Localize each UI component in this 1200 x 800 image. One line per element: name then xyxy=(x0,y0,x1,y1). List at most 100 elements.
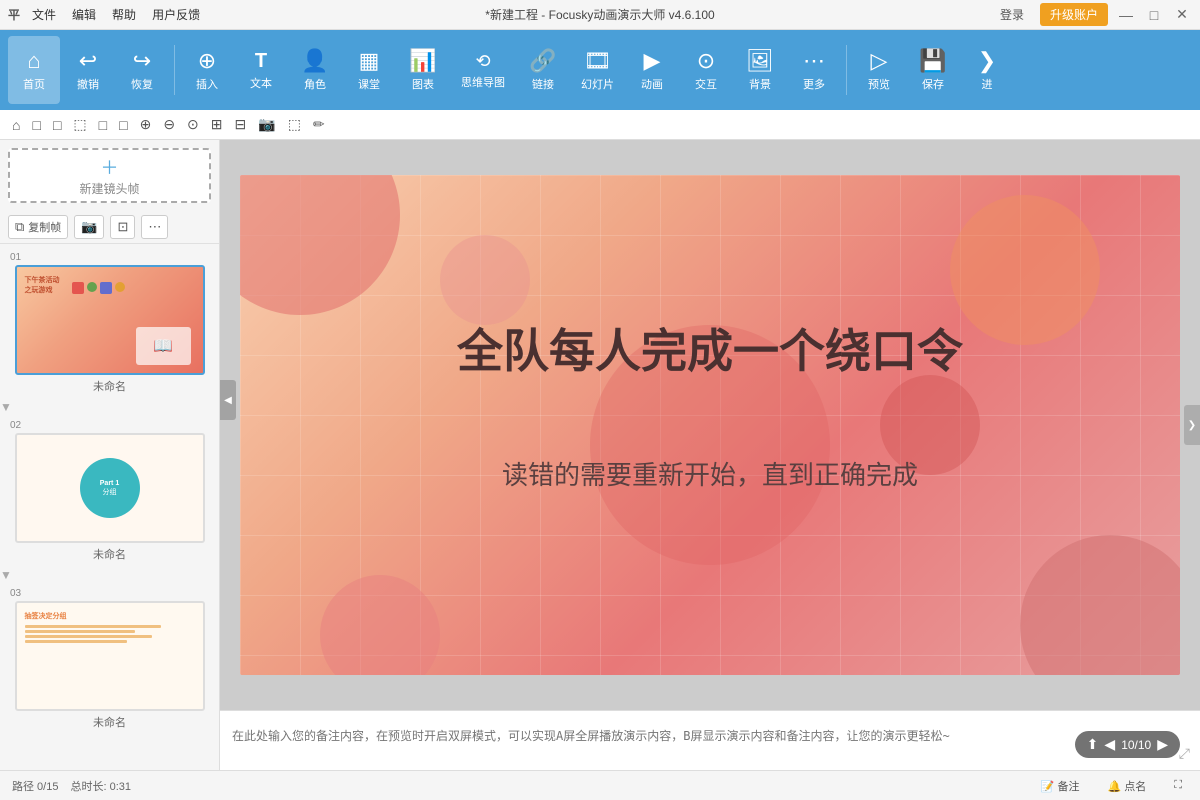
fullscreen-button[interactable]: ⛶ xyxy=(1168,777,1188,794)
menu-file[interactable]: 文件 xyxy=(32,6,56,23)
fit-frame-button[interactable]: ⊡ xyxy=(110,215,135,239)
close-button[interactable]: ✕ xyxy=(1172,6,1192,23)
nav-icon: ❯ xyxy=(978,48,996,74)
toolbar-slides[interactable]: 🎞 幻灯片 xyxy=(571,36,624,104)
slide-arrow-2: ▼ xyxy=(0,568,219,582)
toolbar-interact[interactable]: ⊙ 交互 xyxy=(680,36,732,104)
st-copy1-btn[interactable]: □ xyxy=(28,115,44,135)
toolbar-redo[interactable]: ↪ 恢复 xyxy=(116,36,168,104)
toolbar-bg-label: 背景 xyxy=(749,76,771,92)
st-grid2-btn[interactable]: ⊟ xyxy=(231,114,251,135)
slide1-caption: 下午茶活动之玩游戏 xyxy=(25,275,195,295)
minimize-button[interactable]: — xyxy=(1116,7,1136,23)
slide3-line4 xyxy=(25,640,127,643)
toolbar-mindmap[interactable]: ⟲ 思维导图 xyxy=(451,36,515,104)
toolbar-insert[interactable]: ⊕ 插入 xyxy=(181,36,233,104)
menu-edit[interactable]: 编辑 xyxy=(72,6,96,23)
interact-icon: ⊙ xyxy=(697,48,715,74)
notes-input[interactable] xyxy=(232,727,1188,755)
slide-label-2: 未命名 xyxy=(93,546,126,562)
toolbar-undo-label: 撤销 xyxy=(77,76,99,92)
home-icon: ⌂ xyxy=(27,48,40,74)
toolbar-insert-label: 插入 xyxy=(196,76,218,92)
new-frame-label: 新建镜头帧 xyxy=(79,180,139,197)
slide-canvas[interactable]: 全队每人完成一个绕口令 读错的需要重新开始，直到正确完成 xyxy=(240,175,1180,675)
login-button[interactable]: 登录 xyxy=(992,4,1032,25)
sidebar-collapse-button[interactable]: ◀ xyxy=(220,380,236,420)
slide1-book: 📖 xyxy=(136,327,191,365)
copy-frame-button[interactable]: ⧉ 复制帧 xyxy=(8,215,68,239)
menu-help[interactable]: 帮助 xyxy=(112,6,136,23)
toolbar-more[interactable]: ⋯ 更多 xyxy=(788,36,840,104)
maximize-button[interactable]: □ xyxy=(1144,7,1164,23)
notes-expand-button[interactable]: ⤢ xyxy=(1179,745,1190,762)
slide-thumb-1[interactable]: 下午茶活动之玩游戏 📖 xyxy=(15,265,205,375)
st-zoom-in-btn[interactable]: ⊕ xyxy=(136,114,156,135)
slide-label-3: 未命名 xyxy=(93,714,126,730)
canvas-main-title: 全队每人完成一个绕口令 xyxy=(457,315,963,381)
slide-number-3: 03 xyxy=(10,588,21,599)
slide2-part: Part 1 xyxy=(100,480,119,487)
upgrade-button[interactable]: 升级账户 xyxy=(1040,3,1108,26)
toolbar-undo[interactable]: ↩ 撤销 xyxy=(62,36,114,104)
app-logo: 平 xyxy=(8,6,20,23)
more-frame-icon: ⋯ xyxy=(148,219,161,235)
st-home-btn[interactable]: ⌂ xyxy=(8,115,24,135)
more-frame-button[interactable]: ⋯ xyxy=(141,215,168,239)
save-icon: 💾 xyxy=(919,48,946,74)
st-edit-btn[interactable]: ✏ xyxy=(309,114,329,135)
toolbar-link[interactable]: 🔗 链接 xyxy=(517,36,569,104)
slide-thumb-3[interactable]: 抽签决定分组 xyxy=(15,601,205,711)
st-zoom-fit-btn[interactable]: ⊙ xyxy=(183,114,203,135)
notes-area: ⤢ xyxy=(220,710,1200,770)
toolbar-divider-2 xyxy=(846,45,847,95)
toolbar-preview[interactable]: ▷ 预览 xyxy=(853,36,905,104)
nav-back-button[interactable]: ◀ xyxy=(1104,736,1115,753)
status-path: 路径 0/15 xyxy=(12,778,58,794)
toolbar-save[interactable]: 💾 保存 xyxy=(907,36,959,104)
toolbar-home-label: 首页 xyxy=(23,76,45,92)
toolbar-class[interactable]: ▦ 课堂 xyxy=(343,36,395,104)
st-frame-btn[interactable]: ⬚ xyxy=(284,114,305,135)
title-bar: 平 文件 编辑 帮助 用户反馈 *新建工程 - Focusky动画演示大师 v4… xyxy=(0,0,1200,30)
toolbar-text[interactable]: T 文本 xyxy=(235,36,287,104)
toolbar-anim[interactable]: ▶ 动画 xyxy=(626,36,678,104)
notes-status-button[interactable]: 📝 备注 xyxy=(1035,776,1086,796)
camera-frame-button[interactable]: 📷 xyxy=(74,215,104,239)
new-frame-button[interactable]: ＋ 新建镜头帧 xyxy=(8,148,211,203)
st-zoom-out-btn[interactable]: ⊖ xyxy=(159,114,179,135)
callsign-label: 点名 xyxy=(1124,781,1146,793)
toolbar-slides-label: 幻灯片 xyxy=(581,76,614,92)
nav-upload-icon[interactable]: ⬆ xyxy=(1087,736,1099,753)
sidebar: ＋ 新建镜头帧 ⧉ 复制帧 📷 ⊡ ⋯ 01 xyxy=(0,140,220,770)
toolbar-chart[interactable]: 📊 图表 xyxy=(397,36,449,104)
callsign-button[interactable]: 🔔 点名 xyxy=(1102,776,1153,796)
st-copy5-btn[interactable]: □ xyxy=(115,115,131,135)
slide-item-3: 03 抽签决定分组 未命名 xyxy=(0,584,219,734)
link-icon: 🔗 xyxy=(529,48,556,74)
toolbar-role[interactable]: 👤 角色 xyxy=(289,36,341,104)
toolbar-redo-label: 恢复 xyxy=(131,76,153,92)
st-copy2-btn[interactable]: □ xyxy=(49,115,65,135)
nav-forward-button[interactable]: ▶ xyxy=(1157,736,1168,753)
slide1-content: 下午茶活动之玩游戏 xyxy=(17,267,203,303)
window-controls: 登录 升级账户 — □ ✕ xyxy=(992,3,1192,26)
mindmap-icon: ⟲ xyxy=(475,51,490,72)
toolbar-nav[interactable]: ❯ 进 xyxy=(961,36,1013,104)
st-grid-btn[interactable]: ⊞ xyxy=(207,114,227,135)
insert-icon: ⊕ xyxy=(198,48,216,74)
st-camera-btn[interactable]: 📷 xyxy=(254,114,279,135)
toolbar-bg[interactable]: 🖼 背景 xyxy=(734,36,786,104)
toolbar-home[interactable]: ⌂ 首页 xyxy=(8,36,60,104)
slide2-circle: Part 1 分组 xyxy=(80,458,140,518)
main-toolbar: ⌂ 首页 ↩ 撤销 ↪ 恢复 ⊕ 插入 T 文本 👤 角色 ▦ 课堂 📊 图表 … xyxy=(0,30,1200,110)
notes-status-label: 备注 xyxy=(1058,781,1080,793)
slide-item-2: 02 Part 1 分组 未命名 xyxy=(0,416,219,566)
st-copy4-btn[interactable]: □ xyxy=(95,115,111,135)
menu-feedback[interactable]: 用户反馈 xyxy=(152,6,200,23)
more-icon: ⋯ xyxy=(803,48,825,74)
right-panel-collapse-button[interactable]: ❯ xyxy=(1184,405,1200,445)
st-copy3-btn[interactable]: ⬚ xyxy=(69,114,90,135)
slide-thumb-2[interactable]: Part 1 分组 xyxy=(15,433,205,543)
slide-arrow-1: ▼ xyxy=(0,400,219,414)
